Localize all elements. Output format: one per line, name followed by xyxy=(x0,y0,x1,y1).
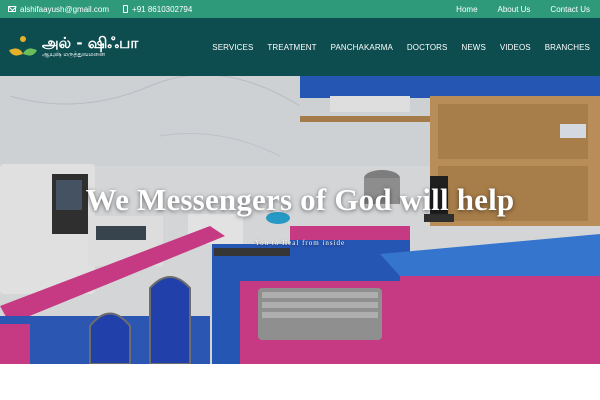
logo-subtitle: ஆயுஷ் மருத்துவமனை xyxy=(42,51,105,58)
main-nav: SERVICES TREATMENT PANCHAKARMA DOCTORS N… xyxy=(212,43,590,52)
hero-title: We Messengers of God will help xyxy=(85,182,515,217)
nav-doctors[interactable]: DOCTORS xyxy=(407,43,448,52)
site-header: அல் - ஷிஃபா ஆயுஷ் மருத்துவமனை SERVICES T… xyxy=(0,18,600,76)
top-link-home[interactable]: Home xyxy=(446,5,487,14)
nav-videos[interactable]: VIDEOS xyxy=(500,43,531,52)
hero-banner: We Messengers of God will help You to He… xyxy=(0,76,600,364)
nav-news[interactable]: NEWS xyxy=(461,43,485,52)
top-contact-bar: alshifaayush@gmail.com +91 8610302794 Ho… xyxy=(0,0,600,18)
contact-phone[interactable]: +91 8610302794 xyxy=(132,5,192,14)
nav-branches[interactable]: BRANCHES xyxy=(545,43,590,52)
phone-icon xyxy=(123,5,129,13)
site-logo[interactable]: அல் - ஷிஃபா ஆயுஷ் மருத்துவமனை xyxy=(9,34,139,59)
contact-email[interactable]: alshifaayush@gmail.com xyxy=(20,5,109,14)
contact-info: alshifaayush@gmail.com +91 8610302794 xyxy=(8,5,192,14)
mail-icon xyxy=(8,6,16,12)
top-link-about-us[interactable]: About Us xyxy=(488,5,541,14)
logo-title: அல் - ஷிஃபா xyxy=(42,34,139,52)
logo-icon xyxy=(9,36,37,58)
hero-subtitle: You to Heal from inside xyxy=(254,239,346,247)
top-link-contact-us[interactable]: Contact Us xyxy=(540,5,592,14)
top-links: Home About Us Contact Us xyxy=(446,5,592,14)
nav-treatment[interactable]: TREATMENT xyxy=(267,43,316,52)
page-content-area xyxy=(0,364,600,400)
nav-services[interactable]: SERVICES xyxy=(212,43,253,52)
nav-panchakarma[interactable]: PANCHAKARMA xyxy=(331,43,393,52)
